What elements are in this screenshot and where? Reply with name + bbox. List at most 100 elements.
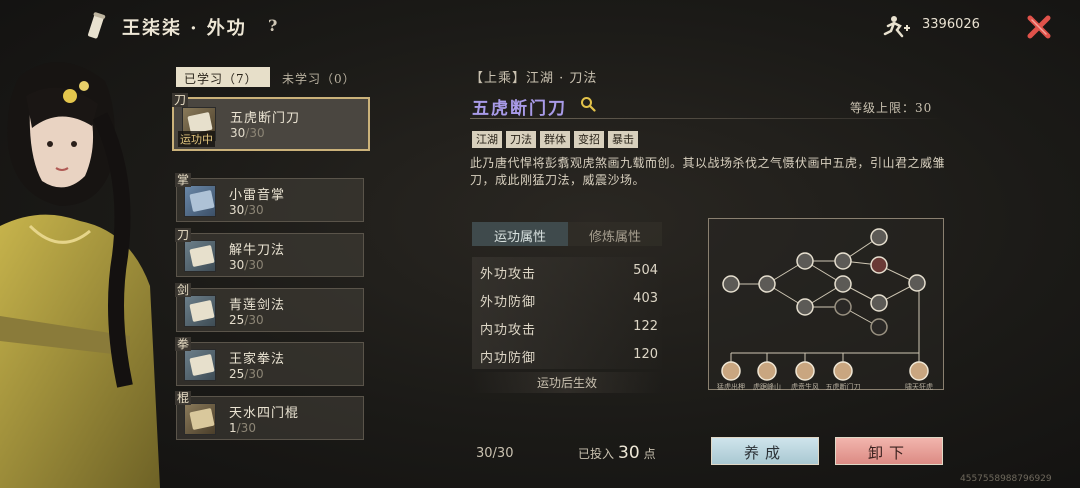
attribute-value: 504	[633, 263, 658, 278]
skill-type-tag: 棍	[175, 391, 192, 405]
currency-amount: 3396026	[922, 17, 980, 32]
skill-title: 五虎断门刀	[472, 99, 567, 119]
skill-type-tag: 拳	[175, 337, 192, 351]
attribute-row: 外功防御 403	[472, 285, 662, 313]
skill-type-tag: 刀	[172, 93, 189, 107]
skill-item-selected[interactable]: 刀 五虎断门刀 30/30 运功中	[172, 93, 370, 151]
skill-tag: 江湖	[472, 131, 502, 148]
unequip-button[interactable]: 卸下	[835, 437, 943, 465]
skill-node-major[interactable]	[795, 361, 815, 381]
page-title: 王柒柒 · 外功	[122, 18, 247, 39]
skill-level: 30/30	[230, 126, 265, 140]
skill-type-tag: 剑	[175, 283, 192, 297]
skill-node[interactable]	[722, 275, 740, 293]
skill-node[interactable]	[908, 274, 926, 292]
scroll-icon	[88, 12, 106, 39]
tree-node-label: 猛虎出柙	[717, 383, 745, 391]
skill-level: 30/30	[229, 203, 264, 217]
skill-node[interactable]	[834, 298, 852, 316]
skill-item[interactable]: 掌 小雷音掌 30/30	[175, 173, 364, 222]
skill-node[interactable]	[796, 252, 814, 270]
character-portrait	[0, 62, 160, 488]
attribute-row: 内功攻击 122	[472, 313, 662, 341]
skill-tree-graph	[721, 228, 929, 381]
skill-level: 1/30	[229, 421, 256, 435]
tab-learned[interactable]: 已学习（7）	[176, 67, 270, 87]
invested-prefix: 已投入	[578, 447, 615, 461]
tab-active-attributes[interactable]: 运功属性	[472, 222, 568, 246]
attribute-row: 外功攻击 504	[472, 257, 662, 285]
skill-name: 青莲剑法	[229, 298, 286, 313]
tree-node-label: 虎贲生风	[791, 383, 819, 391]
tree-node-label: 虎踞峰山	[753, 383, 781, 391]
skill-thumbnail	[184, 295, 216, 327]
invested-value: 30	[618, 443, 640, 463]
attribute-tabs: 运功属性 修炼属性	[472, 222, 662, 246]
skill-name: 小雷音掌	[229, 188, 286, 203]
search-icon[interactable]	[580, 96, 596, 112]
skill-level: 25/30	[229, 367, 264, 381]
skill-level: 25/30	[229, 313, 264, 327]
skill-node[interactable]	[834, 275, 852, 293]
skill-node-major[interactable]	[909, 361, 929, 381]
active-badge: 运功中	[178, 131, 215, 147]
skill-grade-line: 【上乘】江湖 · 刀法	[470, 71, 598, 86]
runner-icon	[883, 16, 910, 38]
skill-name: 王家拳法	[229, 352, 286, 367]
level-progress: 30/30	[476, 446, 514, 461]
skill-node-major[interactable]	[833, 361, 853, 381]
skill-name: 五虎断门刀	[230, 111, 301, 126]
train-button[interactable]: 养成	[711, 437, 819, 465]
invested-suffix: 点	[643, 447, 656, 461]
attribute-value: 122	[633, 319, 658, 334]
skill-tag: 暴击	[608, 131, 638, 148]
points-invested: 已投入 30 点	[578, 443, 656, 463]
tab-unlearned[interactable]: 未学习（0）	[274, 67, 366, 87]
attribute-name: 外功防御	[480, 295, 537, 310]
skill-item[interactable]: 剑 青莲剑法 25/30	[175, 283, 364, 332]
attribute-name: 内功攻击	[480, 323, 537, 338]
skill-tag: 变招	[574, 131, 604, 148]
divider	[470, 118, 942, 119]
skill-node[interactable]	[758, 275, 776, 293]
skill-tag: 群体	[540, 131, 570, 148]
skill-node[interactable]	[796, 298, 814, 316]
level-cap: 等级上限：30	[850, 101, 933, 115]
skill-node-major[interactable]	[757, 361, 777, 381]
skill-item[interactable]: 棍 天水四门棍 1/30	[175, 391, 364, 440]
skill-item[interactable]: 刀 解牛刀法 30/30	[175, 228, 364, 277]
skill-name: 天水四门棍	[229, 406, 300, 421]
skill-description: 此乃唐代悍将彭翥观虎煞画九载而创。其以战场杀伐之气慑伏画中五虎，引山君之威雏刀，…	[470, 156, 946, 187]
close-button[interactable]	[1024, 12, 1054, 42]
skill-type-tag: 刀	[175, 228, 192, 242]
help-icon[interactable]: ?	[268, 16, 277, 35]
attribute-value: 403	[633, 291, 658, 306]
attribute-row: 内功防御 120	[472, 341, 662, 369]
skill-node[interactable]	[870, 318, 888, 336]
skill-name: 解牛刀法	[229, 243, 286, 258]
attribute-name: 外功攻击	[480, 267, 537, 282]
skill-node[interactable]	[870, 294, 888, 312]
tree-node-label: 五虎断门刀	[825, 383, 861, 391]
skill-tag: 刀法	[506, 131, 536, 148]
attribute-name: 内功防御	[480, 351, 537, 366]
skill-level: 30/30	[229, 258, 264, 272]
attribute-value: 120	[633, 347, 658, 362]
skill-type-tag: 掌	[175, 173, 192, 187]
skill-node-major[interactable]	[721, 361, 741, 381]
skill-thumbnail	[184, 349, 216, 381]
tab-training-attributes[interactable]: 修炼属性	[568, 222, 662, 246]
skill-thumbnail	[184, 185, 216, 217]
skill-item[interactable]: 拳 王家拳法 25/30	[175, 337, 364, 386]
effect-note: 运功后生效	[472, 372, 662, 393]
skill-node[interactable]	[870, 256, 888, 274]
tree-node-label: 啸天狂虎	[905, 383, 933, 391]
skill-node[interactable]	[870, 228, 888, 246]
close-icon	[1027, 15, 1051, 39]
skill-tags: 江湖 刀法 群体 变招 暴击	[472, 131, 638, 148]
skill-node[interactable]	[834, 252, 852, 270]
skill-thumbnail	[184, 240, 216, 272]
user-id: 4557558988796929	[960, 474, 1052, 484]
skill-thumbnail	[184, 403, 216, 435]
skill-tree: 猛虎出柙 虎踞峰山 虎贲生风 五虎断门刀 啸天狂虎	[708, 218, 944, 391]
